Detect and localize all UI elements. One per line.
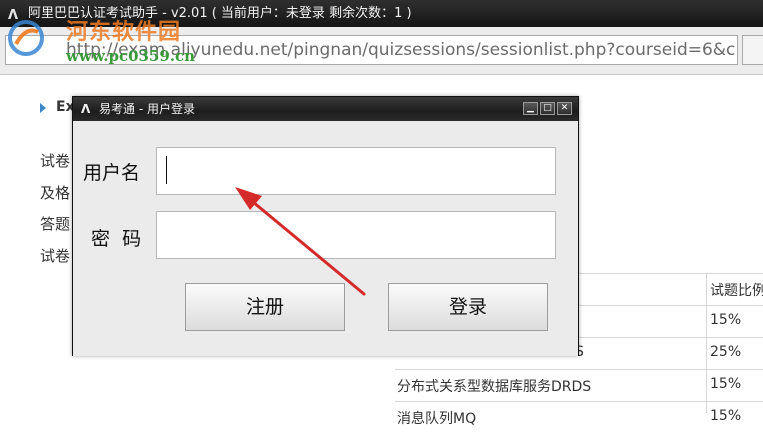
table-divider: [706, 273, 707, 413]
watermark-site-name: 河东软件园: [66, 19, 182, 45]
password-input[interactable]: [156, 211, 556, 259]
left-label: 及格: [40, 184, 71, 202]
table-cell-value: 15%: [710, 408, 742, 424]
watermark-site-url: www.pc0359.cn: [66, 47, 196, 65]
login-dialog-body: 用户名 密 码 注册 登录: [73, 121, 578, 356]
table-cell-name: 消息队列MQ: [397, 411, 477, 427]
login-dialog-title-bar[interactable]: Ʌ 易考通 - 用户登录 ▁ □ ✕: [73, 97, 578, 121]
login-dialog-title: 易考通 - 用户登录: [99, 102, 195, 116]
login-dialog: Ʌ 易考通 - 用户登录 ▁ □ ✕ 用户名 密 码 注册 登录: [72, 96, 579, 356]
left-label: 答题: [40, 215, 71, 233]
password-label: 密 码: [91, 228, 142, 250]
close-icon[interactable]: ✕: [557, 102, 572, 115]
table-cell-name: 分布式关系型数据库服务DRDS: [397, 379, 592, 395]
table-row: 消息队列MQ 15%: [395, 401, 763, 433]
maximize-icon[interactable]: □: [540, 102, 555, 115]
text-caret: [166, 156, 167, 184]
left-label: 试卷: [40, 247, 71, 265]
username-label: 用户名: [83, 162, 141, 184]
caret-right-icon: [40, 103, 46, 113]
table-cell-value: 15%: [710, 376, 742, 392]
login-button[interactable]: 登录: [388, 283, 548, 331]
logo-a-icon: Ʌ: [81, 102, 91, 116]
column-header-ratio: 试题比例: [710, 283, 763, 299]
go-button[interactable]: [742, 35, 763, 65]
minimize-icon[interactable]: ▁: [523, 102, 538, 115]
table-cell-value: 15%: [710, 312, 742, 328]
table-row: 分布式关系型数据库服务DRDS 15%: [395, 369, 763, 401]
table-cell-value: 25%: [710, 344, 742, 360]
watermark-logo-icon: [8, 20, 44, 56]
register-button[interactable]: 注册: [185, 283, 345, 331]
left-label: 试卷: [40, 152, 71, 170]
username-input[interactable]: [156, 147, 556, 195]
